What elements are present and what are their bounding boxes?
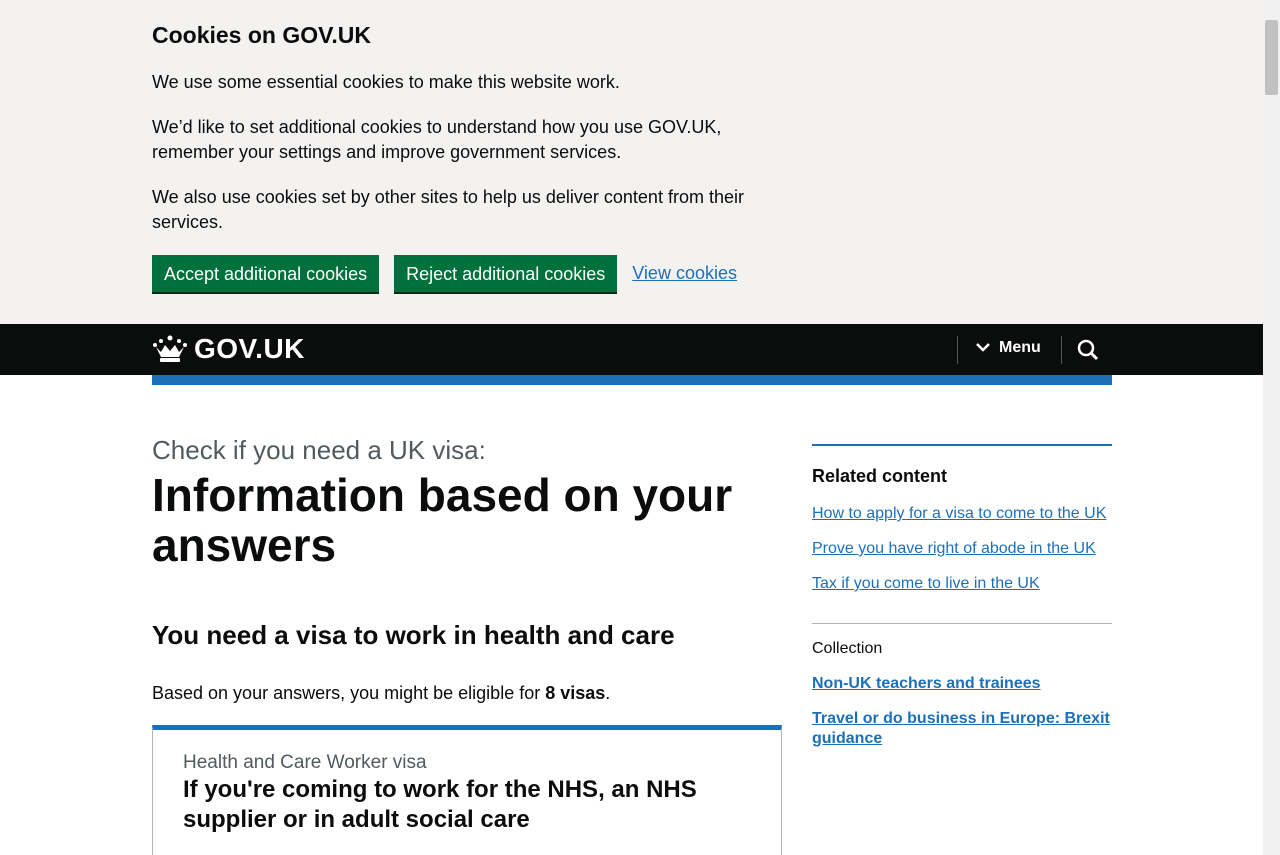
cookie-banner-content: Cookies on GOV.UK We use some essential …	[152, 20, 772, 255]
reject-cookies-button[interactable]: Reject additional cookies	[394, 255, 618, 292]
page-scrollbar[interactable]	[1263, 0, 1280, 855]
cookie-banner: Cookies on GOV.UK We use some essential …	[0, 0, 1263, 324]
collection-label: Collection	[812, 640, 883, 657]
cookie-actions: Accept additional cookies Reject additio…	[152, 255, 737, 292]
site-header: GOV.UK Menu	[0, 324, 1263, 375]
collection-section: Collection Non-UK teachers and trainees …	[812, 639, 1112, 764]
menu-button[interactable]: Menu	[975, 339, 1041, 357]
chevron-down-icon	[976, 343, 990, 352]
crown-icon	[153, 335, 187, 362]
menu-label: Menu	[999, 339, 1041, 356]
collection-link[interactable]: Travel or do business in Europe: Brexit …	[812, 709, 1112, 749]
cookie-text-additional: We’d like to set additional cookies to u…	[152, 117, 722, 162]
view-cookies-link[interactable]: View cookies	[632, 263, 737, 284]
cookie-banner-title: Cookies on GOV.UK	[152, 22, 371, 48]
visa-card: Health and Care Worker visa If you're co…	[152, 725, 782, 855]
header-divider	[957, 336, 958, 364]
header-divider	[1061, 336, 1062, 364]
cookie-text-third-party: We also use cookies set by other sites t…	[152, 187, 744, 232]
page-title: Information based on your answers	[152, 469, 733, 571]
related-content-title: Related content	[812, 466, 948, 486]
eligibility-text: Based on your answers, you might be elig…	[152, 681, 610, 706]
govuk-logo-text: GOV.UK	[194, 333, 305, 364]
eligibility-suffix: .	[605, 683, 611, 703]
sidebar-divider	[812, 623, 1112, 624]
page-caption: Check if you need a UK visa:	[152, 435, 486, 465]
visa-card-caption: Health and Care Worker visa	[183, 752, 427, 773]
search-icon[interactable]	[1075, 337, 1101, 363]
eligibility-count: 8 visas	[545, 683, 606, 703]
eligibility-prefix: Based on your answers, you might be elig…	[152, 683, 546, 703]
related-content: Related content How to apply for a visa …	[812, 444, 1112, 609]
result-heading: You need a visa to work in health and ca…	[152, 620, 675, 650]
related-link[interactable]: Tax if you come to live in the UK	[812, 574, 1112, 594]
visa-card-title: If you're coming to work for the NHS, an…	[183, 776, 697, 833]
related-link[interactable]: How to apply for a visa to come to the U…	[812, 504, 1112, 524]
cookie-text-essential: We use some essential cookies to make th…	[152, 72, 620, 92]
related-link[interactable]: Prove you have right of abode in the UK	[812, 539, 1112, 559]
collection-link[interactable]: Non-UK teachers and trainees	[812, 674, 1112, 694]
header-accent-bar	[152, 375, 1112, 385]
scrollbar-thumb[interactable]	[1265, 20, 1278, 95]
accept-cookies-button[interactable]: Accept additional cookies	[152, 255, 380, 292]
govuk-logo-link[interactable]: GOV.UK	[152, 334, 305, 364]
